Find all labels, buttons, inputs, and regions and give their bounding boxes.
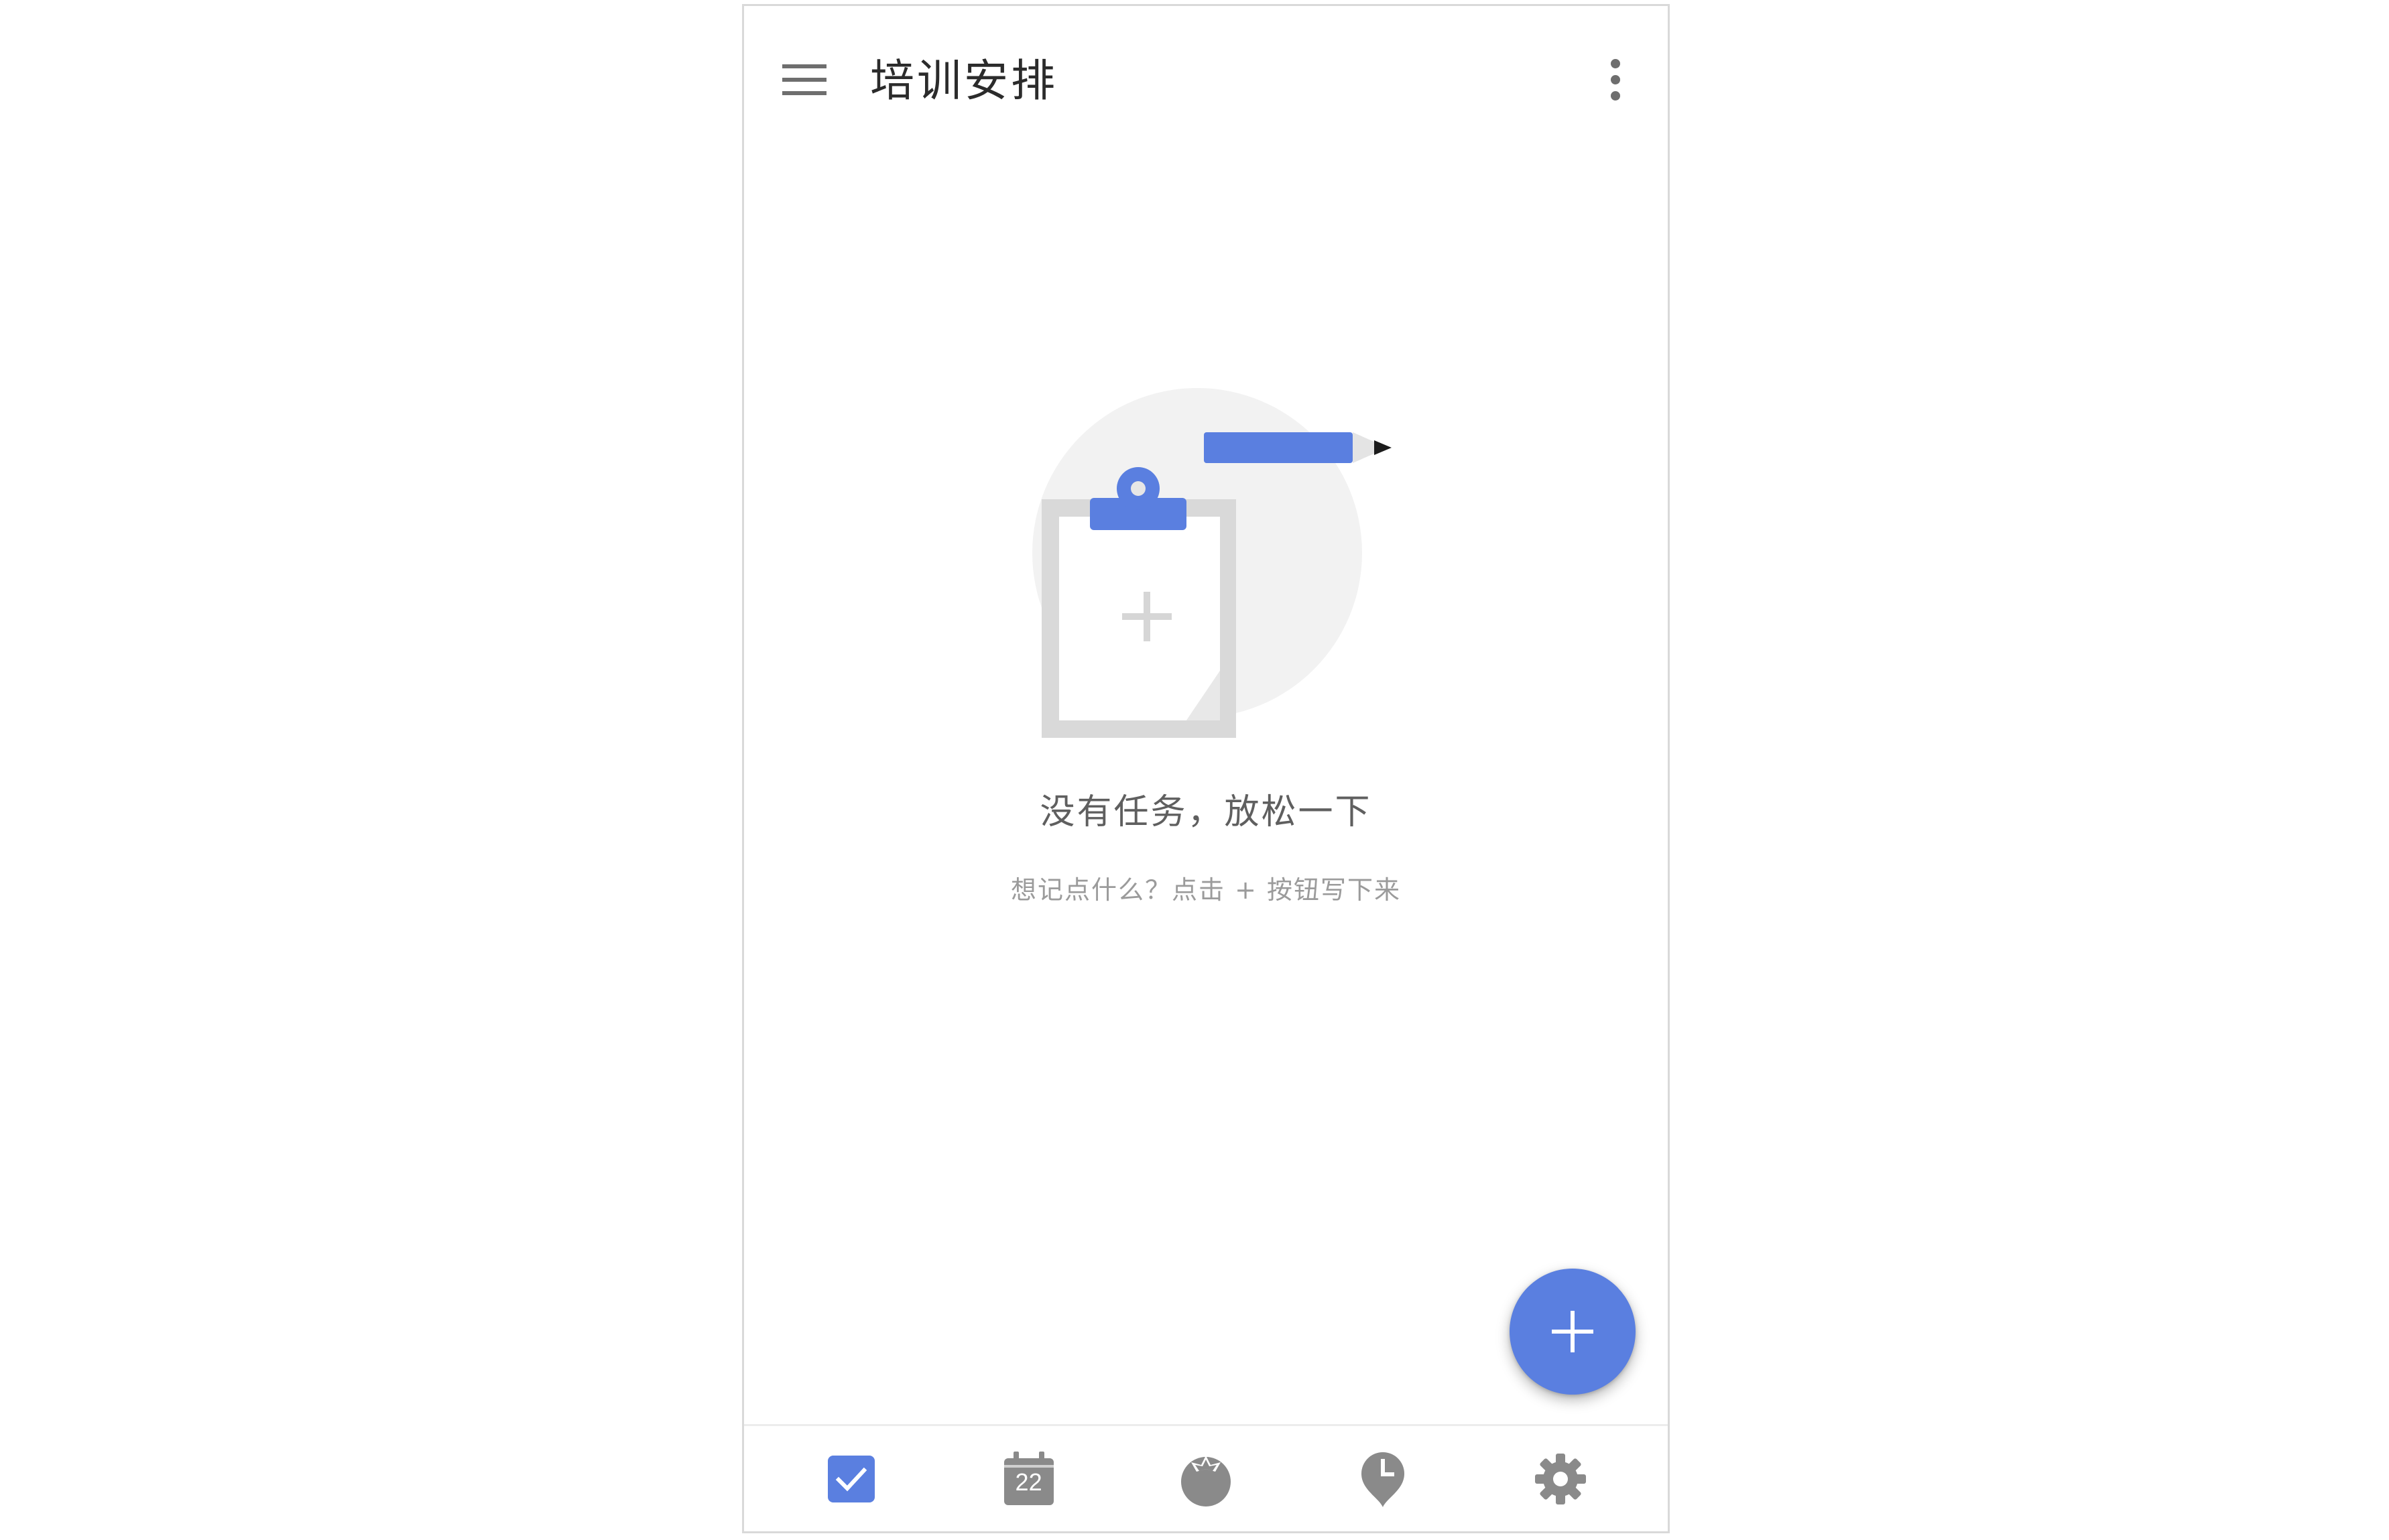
clock-pin-icon: [1361, 1452, 1405, 1507]
page-title: 培训安排: [870, 55, 1058, 107]
nav-tab-habits[interactable]: [1169, 1442, 1243, 1516]
menu-button[interactable]: [772, 48, 837, 112]
app-bar: 培训安排: [744, 6, 1668, 153]
nav-tab-calendar[interactable]: 22: [992, 1442, 1066, 1516]
nav-tab-reminders[interactable]: [1346, 1442, 1420, 1516]
clipboard-pencil-illustration: [1032, 388, 1392, 738]
more-vertical-icon: [1611, 59, 1620, 101]
empty-state-hint: 想记点什么？点击 + 按钮写下来: [1011, 875, 1401, 905]
bottom-navigation: 22: [744, 1424, 1668, 1531]
gear-icon: [1534, 1453, 1586, 1504]
nav-tab-settings[interactable]: [1524, 1442, 1597, 1516]
add-task-button[interactable]: [1510, 1269, 1636, 1395]
more-options-button[interactable]: [1583, 48, 1648, 112]
phone-screen: 培训安排 没有任务，放松一下 想记点什么？点击 + 按钮写下来 22: [742, 4, 1670, 1533]
hamburger-menu-icon: [782, 64, 826, 95]
calendar-day-number: 22: [1015, 1468, 1042, 1496]
checkbox-icon: [828, 1455, 875, 1502]
plus-icon: [1552, 1311, 1593, 1352]
empty-state-title: 没有任务，放松一下: [1040, 792, 1372, 832]
nav-tab-tasks[interactable]: [814, 1442, 888, 1516]
tomato-icon: [1180, 1455, 1231, 1506]
